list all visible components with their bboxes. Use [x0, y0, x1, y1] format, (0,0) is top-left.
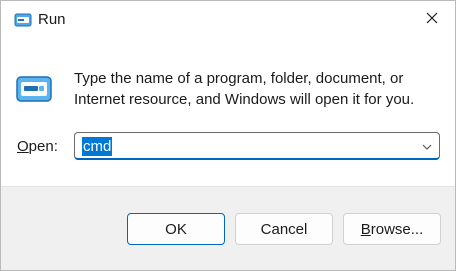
dialog-body: Type the name of a program, folder, docu… — [1, 39, 455, 189]
ok-button[interactable]: OK — [127, 213, 225, 245]
browse-label-rest: rowse... — [370, 220, 424, 238]
run-app-icon — [15, 73, 55, 105]
browse-button[interactable]: Browse... — [343, 213, 441, 245]
close-icon — [426, 11, 438, 29]
browse-mnemonic: B — [360, 220, 371, 238]
chevron-down-icon[interactable] — [421, 140, 433, 152]
dialog-footer: OK Cancel Browse... — [1, 186, 455, 270]
open-input-value[interactable]: cmd — [82, 137, 113, 156]
run-dialog: Run Type the name of a program, folder, … — [0, 0, 456, 271]
open-label-rest: pen: — [28, 138, 58, 155]
dialog-description: Type the name of a program, folder, docu… — [74, 70, 415, 108]
run-icon — [14, 11, 32, 29]
close-button[interactable] — [409, 1, 455, 39]
open-label: Open: — [17, 137, 58, 157]
open-combobox[interactable]: cmd — [74, 132, 440, 160]
title-bar[interactable]: Run — [1, 1, 455, 39]
window-title: Run — [38, 11, 66, 28]
cancel-button[interactable]: Cancel — [235, 213, 333, 245]
open-label-mnemonic: O — [17, 138, 29, 155]
